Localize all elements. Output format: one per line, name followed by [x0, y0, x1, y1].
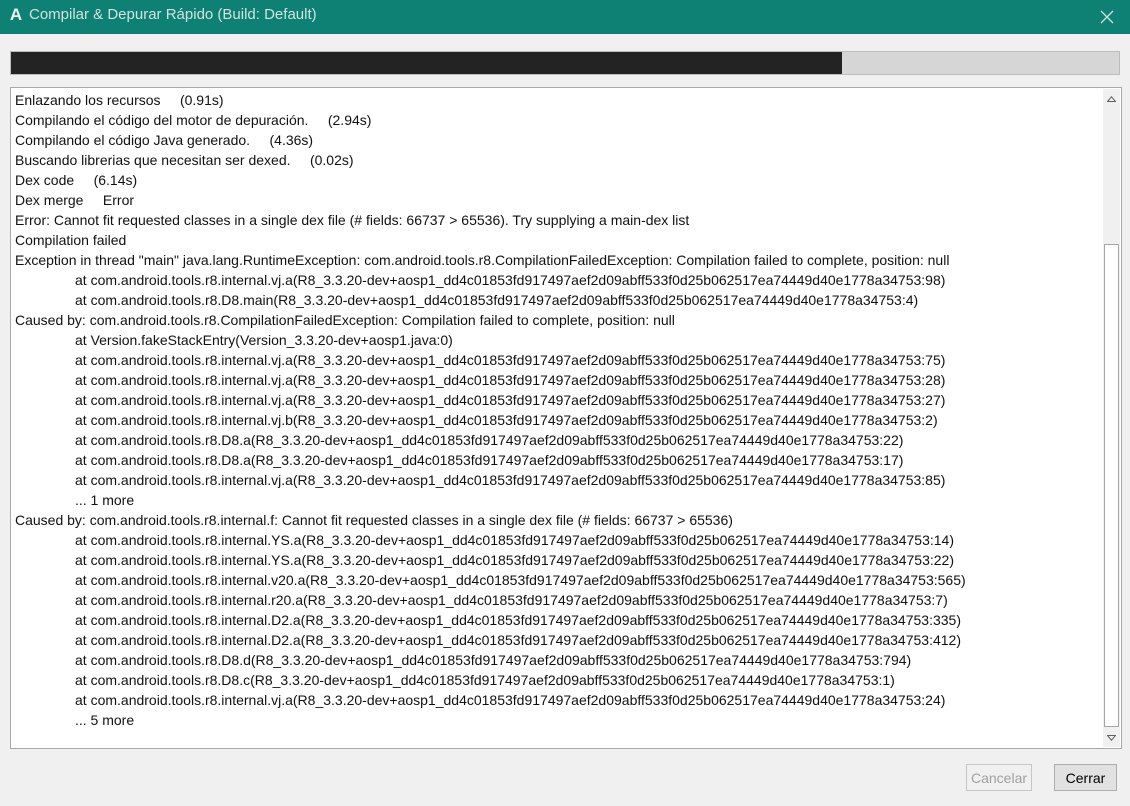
app-logo-icon: A [9, 5, 23, 24]
close-icon [1100, 10, 1114, 24]
log-line: Dex merge Error [15, 192, 135, 208]
log-line: at com.android.tools.r8.internal.r20.a(R… [75, 592, 948, 608]
scroll-down-button[interactable] [1103, 729, 1120, 746]
log-line: at com.android.tools.r8.D8.a(R8_3.3.20-d… [75, 452, 904, 468]
log-line: Caused by: com.android.tools.r8.internal… [15, 512, 733, 528]
log-line: at com.android.tools.r8.D8.c(R8_3.3.20-d… [75, 672, 895, 688]
log-line: at com.android.tools.r8.internal.D2.a(R8… [75, 632, 961, 648]
build-progress-bar [10, 51, 1120, 75]
log-line: at com.android.tools.r8.internal.vj.a(R8… [75, 352, 946, 368]
log-line: at com.android.tools.r8.internal.D2.a(R8… [75, 612, 961, 628]
close-button[interactable]: Cerrar [1054, 764, 1117, 791]
log-line: at com.android.tools.r8.internal.YS.a(R8… [75, 532, 954, 548]
log-line: ... 1 more [75, 492, 135, 508]
scrollbar-thumb[interactable] [1104, 244, 1119, 727]
log-line: Compilation failed [15, 232, 127, 248]
log-line: Compilando el código del motor de depura… [15, 112, 372, 128]
cancel-button[interactable]: Cancelar [966, 764, 1032, 791]
window-close-button[interactable] [1084, 0, 1130, 34]
log-text-area: Enlazando los recursos (0.91s) Compilando… [15, 90, 1101, 730]
log-line: at com.android.tools.r8.internal.vj.a(R8… [75, 472, 946, 488]
log-line: at com.android.tools.r8.internal.v20.a(R… [75, 572, 966, 588]
log-line: Error: Cannot fit requested classes in a… [15, 212, 690, 228]
log-line: at com.android.tools.r8.D8.d(R8_3.3.20-d… [75, 652, 912, 668]
log-line: at com.android.tools.r8.internal.vj.a(R8… [75, 272, 946, 288]
log-line: Enlazando los recursos (0.91s) [15, 92, 224, 108]
build-output-log[interactable]: Enlazando los recursos (0.91s) Compilando… [10, 87, 1122, 749]
vertical-scrollbar[interactable] [1103, 89, 1120, 747]
log-line: at com.android.tools.r8.internal.vj.a(R8… [75, 692, 946, 708]
log-line: ... 5 more [75, 712, 135, 728]
triangle-down-icon [1107, 734, 1116, 741]
log-line: at com.android.tools.r8.internal.vj.b(R8… [75, 412, 938, 428]
log-line: Exception in thread "main" java.lang.Run… [15, 252, 950, 268]
log-line: Dex code (6.14s) [15, 172, 138, 188]
log-line: at com.android.tools.r8.internal.vj.a(R8… [75, 392, 946, 408]
log-line: at com.android.tools.r8.D8.a(R8_3.3.20-d… [75, 432, 904, 448]
progress-fill [11, 52, 842, 74]
window-title: Compilar & Depurar Rápido (Build: Defaul… [29, 6, 317, 23]
log-line: at com.android.tools.r8.internal.vj.a(R8… [75, 372, 946, 388]
log-line: Caused by: com.android.tools.r8.Compilat… [15, 312, 675, 328]
title-bar[interactable]: A Compilar & Depurar Rápido (Build: Defa… [0, 0, 1130, 34]
log-line: at com.android.tools.r8.D8.main(R8_3.3.2… [75, 292, 919, 308]
log-line: at Version.fakeStackEntry(Version_3.3.20… [75, 332, 453, 348]
log-line: Buscando librerias que necesitan ser dex… [15, 152, 354, 168]
scroll-up-button[interactable] [1103, 90, 1120, 107]
log-line: Compilando el código Java generado. (4.3… [15, 132, 314, 148]
log-line: at com.android.tools.r8.internal.YS.a(R8… [75, 552, 954, 568]
triangle-up-icon [1107, 95, 1116, 102]
